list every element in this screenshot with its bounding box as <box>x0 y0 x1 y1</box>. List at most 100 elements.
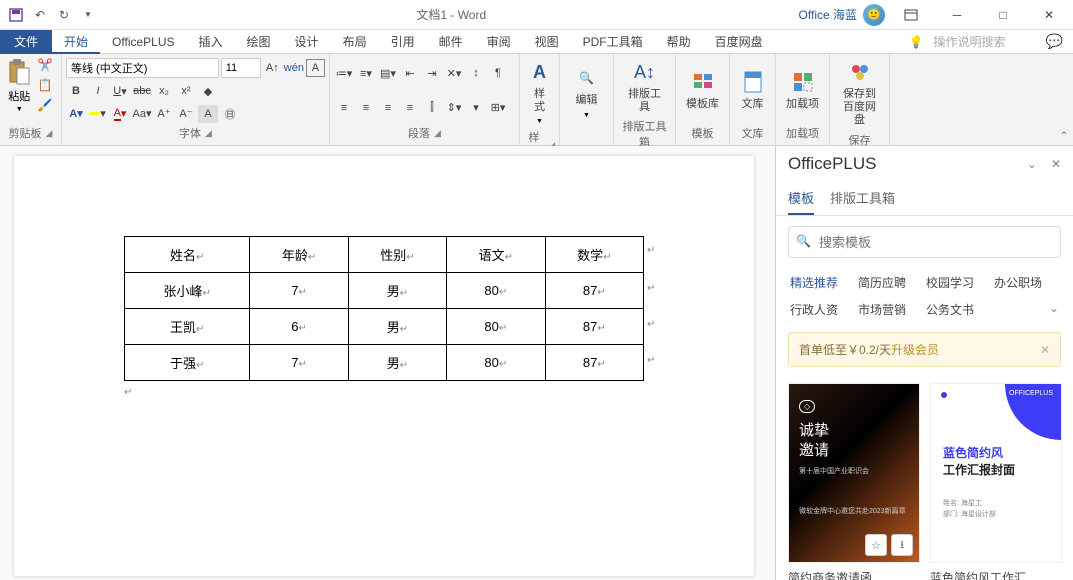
save-icon[interactable] <box>8 7 24 23</box>
paste-button[interactable]: 粘贴 ▼ <box>5 56 33 125</box>
tab-file[interactable]: 文件 <box>0 30 52 54</box>
pinyin-icon[interactable]: wén <box>284 59 304 77</box>
grow-font-icon[interactable]: A↑ <box>263 59 282 77</box>
tab-view[interactable]: 视图 <box>523 30 571 54</box>
change-case-icon[interactable]: Aa▾ <box>132 105 152 123</box>
distribute-icon[interactable]: ⫿ <box>422 99 442 117</box>
panel-close-icon[interactable]: ✕ <box>1051 157 1061 171</box>
text-effects-icon[interactable]: A▾ <box>66 105 86 123</box>
inc-indent-icon[interactable]: ⇥ <box>422 64 442 82</box>
comments-icon[interactable]: 💬 <box>1046 33 1063 50</box>
layout-tools-button[interactable]: A↕ 排版工具 <box>618 56 671 118</box>
ribbon-display-icon[interactable] <box>891 0 931 30</box>
tab-insert[interactable]: 插入 <box>187 30 235 54</box>
cat-office[interactable]: 办公职场 <box>994 274 1042 291</box>
enclose-char-icon[interactable]: ㊐ <box>220 105 240 123</box>
qat-more-icon[interactable]: ▼ <box>80 7 96 23</box>
cat-recommended[interactable]: 精选推荐 <box>790 274 838 291</box>
cat-hr[interactable]: 行政人资 <box>790 301 838 318</box>
numbering-icon[interactable]: ≡▾ <box>356 64 376 82</box>
char-shading-icon[interactable]: A <box>198 105 218 123</box>
tab-pdftools[interactable]: PDF工具箱 <box>571 30 655 54</box>
align-left-icon[interactable]: ≡ <box>334 99 354 117</box>
redo-icon[interactable]: ↻ <box>56 7 72 23</box>
tab-baidu[interactable]: 百度网盘 <box>703 30 775 54</box>
copy-icon[interactable]: 📋 <box>38 78 54 94</box>
grow-font2-icon[interactable]: A⁺ <box>154 105 174 123</box>
tab-officeplus[interactable]: OfficePLUS <box>100 30 186 54</box>
banner-close-icon[interactable]: ✕ <box>1040 343 1050 357</box>
shading-icon[interactable]: ▾ <box>466 99 486 117</box>
format-painter-icon[interactable]: 🖌️ <box>38 98 54 114</box>
maximize-button[interactable]: □ <box>983 0 1023 30</box>
addins-button[interactable]: 加载项 <box>780 66 825 115</box>
font-launcher[interactable]: ◢ <box>205 128 212 139</box>
collapse-ribbon-icon[interactable]: ⌃ <box>1059 129 1069 143</box>
clipboard-launcher[interactable]: ◢ <box>46 128 53 139</box>
dec-indent-icon[interactable]: ⇤ <box>400 64 420 82</box>
template-lib-button[interactable]: 模板库 <box>680 66 725 115</box>
clear-format-icon[interactable]: ◆ <box>198 82 218 100</box>
show-marks-icon[interactable]: ¶ <box>488 64 508 82</box>
cat-resume[interactable]: 简历应聘 <box>858 274 906 291</box>
highlight-icon[interactable]: ▾ <box>88 105 108 123</box>
side-tab-layout[interactable]: 排版工具箱 <box>830 182 895 215</box>
tab-references[interactable]: 引用 <box>379 30 427 54</box>
user-name[interactable]: Office 海蓝 <box>799 6 857 23</box>
tab-mailings[interactable]: 邮件 <box>427 30 475 54</box>
font-size-combo[interactable] <box>221 58 261 78</box>
sort-icon[interactable]: ↕ <box>466 64 486 82</box>
document-title: 文档1 - Word <box>104 6 799 23</box>
favorite-icon[interactable]: ☆ <box>865 534 887 556</box>
download-icon[interactable]: ⭳ <box>891 534 913 556</box>
upgrade-link[interactable]: 升级会员 <box>891 341 939 358</box>
tab-home[interactable]: 开始 <box>52 30 100 54</box>
template-card[interactable]: ◇ 诚挚邀请 第十届中国产业职识会 微软金牌中心邀您共赴2023新篇章 ☆ ⭳ … <box>788 383 920 572</box>
cat-more-icon[interactable]: ⌄ <box>1049 301 1059 318</box>
align-center-icon[interactable]: ≡ <box>356 99 376 117</box>
tell-me-search[interactable]: 操作说明搜索 <box>934 33 1006 50</box>
tab-help[interactable]: 帮助 <box>655 30 703 54</box>
italic-icon[interactable]: I <box>88 82 108 100</box>
data-table[interactable]: 姓名↵ 年龄↵ 性别↵ 语文↵ 数学↵↵ 张小峰↵ 7↵ 男↵ 80↵ 87↵↵… <box>124 236 644 381</box>
minimize-button[interactable]: ─ <box>937 0 977 30</box>
undo-icon[interactable]: ↶ <box>32 7 48 23</box>
para-launcher[interactable]: ◢ <box>434 128 441 139</box>
bullets-icon[interactable]: ≔▾ <box>334 64 354 82</box>
template-card[interactable]: OFFICEPLUS 蓝色简约风 工作汇报封面 姓名: 海星工部门: 海星设计部… <box>930 383 1062 572</box>
underline-icon[interactable]: U▾ <box>110 82 130 100</box>
justify-icon[interactable]: ≡ <box>400 99 420 117</box>
template-search-input[interactable] <box>788 226 1061 258</box>
help-bulb-icon[interactable]: 💡 <box>909 35 924 49</box>
font-name-combo[interactable] <box>66 58 219 78</box>
tab-review[interactable]: 审阅 <box>475 30 523 54</box>
superscript-icon[interactable]: x² <box>176 82 196 100</box>
cat-campus[interactable]: 校园学习 <box>926 274 974 291</box>
asian-layout-icon[interactable]: ✕▾ <box>444 64 464 82</box>
line-spacing-icon[interactable]: ⇕▾ <box>444 99 464 117</box>
align-right-icon[interactable]: ≡ <box>378 99 398 117</box>
tab-layout[interactable]: 布局 <box>331 30 379 54</box>
subscript-icon[interactable]: x₂ <box>154 82 174 100</box>
user-avatar[interactable]: 🙂 <box>863 4 885 26</box>
save-baidu-button[interactable]: 保存到百度网盘 <box>834 56 885 132</box>
wenku-button[interactable]: 文库 <box>734 66 771 115</box>
char-border-icon[interactable]: A <box>306 59 325 77</box>
edit-button[interactable]: 🔍 编辑 ▼ <box>564 62 609 122</box>
document-area[interactable]: 姓名↵ 年龄↵ 性别↵ 语文↵ 数学↵↵ 张小峰↵ 7↵ 男↵ 80↵ 87↵↵… <box>0 146 775 580</box>
borders-icon[interactable]: ⊞▾ <box>488 99 508 117</box>
tab-draw[interactable]: 绘图 <box>235 30 283 54</box>
bold-icon[interactable]: B <box>66 82 86 100</box>
shrink-font-icon[interactable]: A⁻ <box>176 105 196 123</box>
cat-official[interactable]: 公务文书 <box>926 301 974 318</box>
close-button[interactable]: ✕ <box>1029 0 1069 30</box>
cat-marketing[interactable]: 市场营销 <box>858 301 906 318</box>
cut-icon[interactable]: ✂️ <box>38 58 54 74</box>
multilevel-icon[interactable]: ▤▾ <box>378 64 398 82</box>
panel-dropdown-icon[interactable]: ⌄ <box>1027 157 1037 171</box>
side-tab-templates[interactable]: 模板 <box>788 182 814 215</box>
strike-icon[interactable]: abc <box>132 82 152 100</box>
font-color-icon[interactable]: A▾ <box>110 105 130 123</box>
styles-button[interactable]: A 样式 ▼ <box>524 56 555 129</box>
tab-design[interactable]: 设计 <box>283 30 331 54</box>
